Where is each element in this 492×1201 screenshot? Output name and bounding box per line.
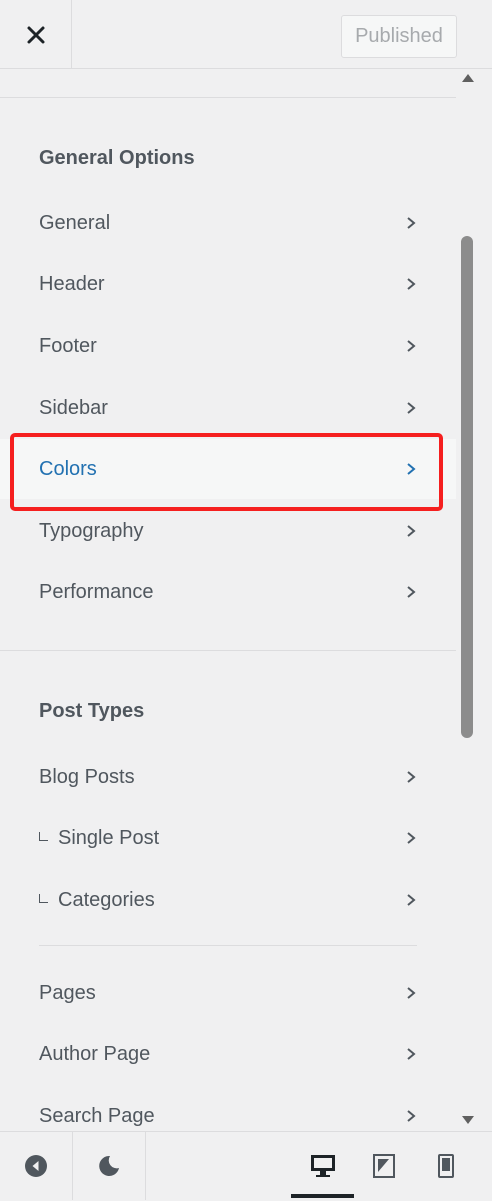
- scrollbar-thumb[interactable]: [461, 236, 473, 738]
- chevron-right-icon: [407, 463, 416, 475]
- collapse-arrow-icon: [25, 1155, 47, 1177]
- menu-item-blog-posts[interactable]: Blog Posts: [0, 747, 456, 807]
- tablet-icon: [373, 1154, 395, 1178]
- close-button[interactable]: [0, 0, 72, 69]
- dark-mode-toggle[interactable]: [73, 1132, 145, 1200]
- sub-item-marker-icon: [39, 831, 48, 841]
- menu-item-author-page[interactable]: Author Page: [0, 1024, 456, 1084]
- chevron-right-icon: [407, 771, 416, 783]
- chevron-right-icon: [407, 340, 416, 352]
- menu-item-label: Footer: [39, 334, 97, 357]
- menu-item-label: Typography: [39, 519, 144, 542]
- chevron-right-icon: [407, 278, 416, 290]
- menu-item-label: Author Page: [39, 1042, 151, 1065]
- chevron-right-icon: [407, 525, 416, 537]
- active-device-indicator: [291, 1194, 354, 1198]
- menu-item-performance[interactable]: Performance: [0, 562, 456, 622]
- menu-item-colors[interactable]: Colors: [0, 439, 456, 499]
- mobile-icon: [438, 1154, 454, 1178]
- menu-item-footer[interactable]: Footer: [0, 316, 456, 376]
- customizer-header: Published: [0, 0, 492, 69]
- section-title-post-types: Post Types: [39, 700, 145, 722]
- menu-item-general[interactable]: General: [0, 193, 456, 253]
- menu-item-header[interactable]: Header: [0, 254, 456, 314]
- menu-item-label: General: [39, 211, 111, 234]
- chevron-right-icon: [407, 832, 416, 844]
- menu-item-label: Performance: [39, 580, 154, 603]
- menu-item-label: Blog Posts: [39, 765, 135, 788]
- chevron-right-icon: [407, 1048, 416, 1060]
- chevron-right-icon: [407, 586, 416, 598]
- close-icon: [27, 26, 44, 43]
- chevron-right-icon: [407, 894, 416, 906]
- chevron-right-icon: [407, 1110, 416, 1122]
- menu-item-label: Pages: [39, 981, 96, 1004]
- scroll-down-arrow-icon[interactable]: [459, 1111, 477, 1129]
- sub-item-marker-icon: [39, 893, 48, 903]
- divider: [0, 97, 456, 98]
- device-desktop-button[interactable]: [291, 1132, 354, 1200]
- menu-item-sidebar[interactable]: Sidebar: [0, 378, 456, 438]
- menu-item-label: Sidebar: [39, 396, 108, 419]
- menu-item-pages[interactable]: Pages: [0, 963, 456, 1023]
- customizer-panel: General Options General Header Footer Si…: [0, 69, 456, 1131]
- chevron-right-icon: [407, 987, 416, 999]
- scroll-up-arrow-icon[interactable]: [459, 69, 477, 87]
- moon-icon: [99, 1155, 119, 1176]
- collapse-sidebar-button[interactable]: [0, 1132, 72, 1200]
- menu-item-label: Header: [39, 272, 105, 295]
- menu-item-categories[interactable]: Categories: [0, 870, 456, 930]
- menu-item-label: Colors: [39, 457, 97, 480]
- device-tablet-button[interactable]: [354, 1132, 414, 1200]
- menu-item-label: Categories: [58, 888, 155, 911]
- menu-item-single-post[interactable]: Single Post: [0, 808, 456, 868]
- menu-item-label: Search Page: [39, 1104, 155, 1127]
- scrollbar[interactable]: [456, 69, 492, 1131]
- section-title-general-options: General Options: [39, 147, 195, 169]
- menu-item-search-page[interactable]: Search Page: [0, 1086, 456, 1131]
- divider: [39, 945, 417, 946]
- divider: [145, 1132, 146, 1200]
- customizer-footer: [0, 1131, 492, 1201]
- divider: [0, 650, 456, 651]
- device-mobile-button[interactable]: [416, 1132, 476, 1200]
- menu-item-typography[interactable]: Typography: [0, 501, 456, 561]
- menu-item-label: Single Post: [58, 826, 160, 849]
- desktop-icon: [310, 1155, 335, 1177]
- chevron-right-icon: [407, 217, 416, 229]
- chevron-right-icon: [407, 402, 416, 414]
- publish-button[interactable]: Published: [341, 15, 457, 58]
